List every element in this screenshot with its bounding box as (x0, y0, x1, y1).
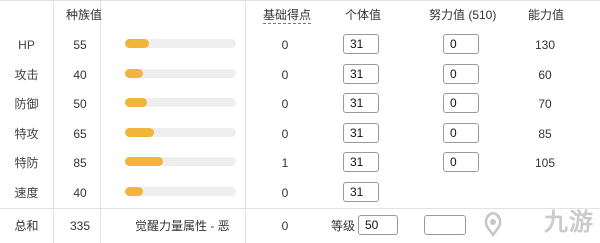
stat-label: 速度 (14, 186, 39, 200)
base-stat-bar-fill (125, 98, 147, 108)
base-stat-value: 40 (73, 67, 87, 82)
base-stat-bar (125, 68, 236, 78)
stat-value: 130 (534, 38, 556, 52)
stat-row: 速度 40 0 (0, 178, 600, 207)
hidden-power-type: 觉醒力量属性 - 恶 (135, 219, 230, 233)
stat-row: 特攻 65 0 85 (0, 119, 600, 148)
base-stat-bar (125, 127, 236, 137)
header-iv: 个体值 (345, 8, 382, 22)
base-points-value: 0 (281, 97, 289, 112)
level-input[interactable] (358, 215, 398, 235)
base-stat-bar (125, 98, 236, 108)
base-points-value: 0 (281, 186, 289, 200)
stat-label: 特攻 (14, 126, 39, 141)
summary-row: 总和 335 觉醒力量属性 - 恶 0 等级 (0, 208, 600, 243)
base-stat-bar (125, 187, 236, 196)
base-points-value: 0 (281, 38, 289, 52)
base-stat-value: 85 (73, 156, 87, 171)
stat-label: 攻击 (14, 67, 39, 82)
stat-value: 105 (534, 156, 556, 171)
stat-value: 60 (538, 67, 552, 82)
ev-input[interactable] (443, 63, 479, 84)
stat-row: HP 55 0 130 (0, 30, 600, 59)
iv-input[interactable] (343, 63, 379, 84)
base-stat-bar (125, 39, 236, 48)
stat-calculator-table: 种族值 基础得点 个体值 努力值 (510) 能力值 HP 55 0 130 攻击 40 0… (0, 0, 600, 243)
base-stat-bar-fill (125, 68, 143, 78)
watermark-logo-icon (484, 211, 502, 237)
stat-row: 特防 85 1 105 (0, 148, 600, 177)
header-ev: 努力值 (510) (429, 8, 497, 22)
iv-input[interactable] (343, 122, 379, 143)
base-points-value: 0 (281, 126, 289, 141)
watermark-text: 九游 (544, 209, 594, 236)
base-points-value: 1 (281, 156, 289, 171)
base-stat-bar (125, 157, 236, 167)
iv-input[interactable] (343, 152, 379, 173)
stat-label: 防御 (14, 97, 39, 112)
stat-label: HP (18, 38, 35, 52)
stat-value: 70 (538, 97, 552, 112)
header-row: 种族值 基础得点 个体值 努力值 (510) 能力值 (0, 1, 600, 28)
base-points-value: 0 (281, 67, 289, 82)
header-base-stat: 种族值 (66, 8, 103, 22)
stat-label: 特防 (14, 156, 39, 171)
header-stat: 能力值 (528, 8, 565, 22)
header-base-points: 基础得点 (263, 8, 312, 24)
base-stat-bar-fill (125, 127, 154, 137)
base-total: 335 (69, 219, 91, 233)
stat-row: 攻击 40 0 60 (0, 60, 600, 89)
base-stat-value: 50 (73, 97, 87, 112)
stat-row: 防御 50 0 70 (0, 89, 600, 118)
ev-input[interactable] (443, 152, 479, 173)
summary-label: 总和 (14, 219, 39, 233)
summary-extra-field[interactable] (424, 215, 466, 235)
iv-input[interactable] (343, 34, 379, 54)
stat-value: 85 (538, 126, 552, 141)
base-stat-bar-fill (125, 39, 149, 48)
base-stat-value: 55 (73, 38, 87, 52)
ev-input[interactable] (443, 122, 479, 143)
base-stat-bar-fill (125, 157, 163, 167)
base-stat-bar-fill (125, 187, 143, 196)
ev-input[interactable] (443, 93, 479, 114)
iv-input[interactable] (343, 93, 379, 114)
iv-input[interactable] (343, 182, 379, 202)
summary-ev-points: 0 (281, 219, 289, 233)
ev-input[interactable] (443, 34, 479, 54)
level-label: 等级 (331, 219, 356, 233)
base-stat-value: 40 (73, 186, 87, 200)
base-stat-value: 65 (73, 126, 87, 141)
